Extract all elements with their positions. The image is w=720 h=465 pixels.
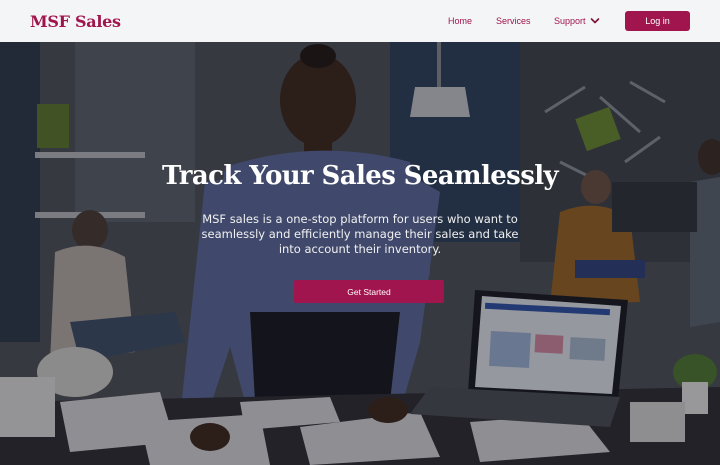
get-started-button[interactable]: Get Started bbox=[294, 280, 444, 303]
nav-home-link[interactable]: Home bbox=[448, 16, 472, 26]
nav-support-label: Support bbox=[554, 16, 586, 26]
brand-logo[interactable]: MSF Sales bbox=[30, 12, 121, 31]
chevron-down-icon bbox=[590, 18, 599, 24]
hero-section: Track Your Sales Seamlessly MSF sales is… bbox=[0, 42, 720, 465]
top-navbar: MSF Sales Home Services Support Log in bbox=[0, 0, 720, 42]
login-button[interactable]: Log in bbox=[625, 11, 690, 31]
hero-title: Track Your Sales Seamlessly bbox=[161, 161, 559, 191]
nav-services-link[interactable]: Services bbox=[496, 16, 531, 26]
hero-description: MSF sales is a one-stop platform for use… bbox=[201, 212, 519, 256]
nav-support-dropdown[interactable]: Support bbox=[554, 16, 600, 26]
